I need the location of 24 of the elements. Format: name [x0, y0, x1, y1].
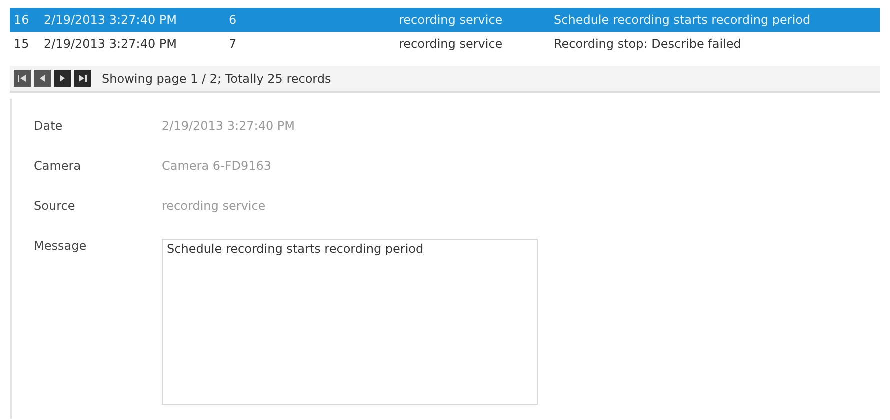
table-cell-text: Recording stop: Describe failed — [554, 37, 742, 51]
table-cell-text: 7 — [229, 37, 238, 51]
message-field[interactable]: Schedule recording starts recording period — [162, 239, 538, 405]
field-label: Message — [34, 239, 88, 253]
table-cell-text: 2/19/2013 3:27:40 PM — [44, 37, 178, 51]
table-cell-text: Schedule recording starts recording period — [554, 13, 812, 27]
field-value: recording service — [162, 199, 267, 213]
table-cell-text: 16 — [14, 13, 30, 27]
field-value: Camera 6-FD9163 — [162, 159, 273, 173]
table-cell-text: 2/19/2013 3:27:40 PM — [44, 13, 178, 27]
pager-button[interactable] — [74, 70, 91, 87]
table-cell-text: recording service — [399, 37, 504, 51]
page-status: Showing page 1 / 2; Totally 25 records — [102, 72, 332, 86]
table-cell-text: recording service — [399, 13, 504, 27]
table-row[interactable]: 15 2/19/2013 3:27:40 PM 7 recording service Recording stop: Describe failed — [10, 32, 880, 56]
last-page-icon — [77, 73, 88, 84]
field-value: 2/19/2013 3:27:40 PM — [162, 119, 296, 133]
table-cell-text: 15 — [14, 37, 30, 51]
field-label: Date — [34, 119, 64, 133]
first-page-icon — [17, 73, 28, 84]
field-label: Camera — [34, 159, 82, 173]
table-cell-text: 6 — [229, 13, 238, 27]
field-label: Source — [34, 199, 76, 213]
pager-button[interactable] — [54, 70, 71, 87]
